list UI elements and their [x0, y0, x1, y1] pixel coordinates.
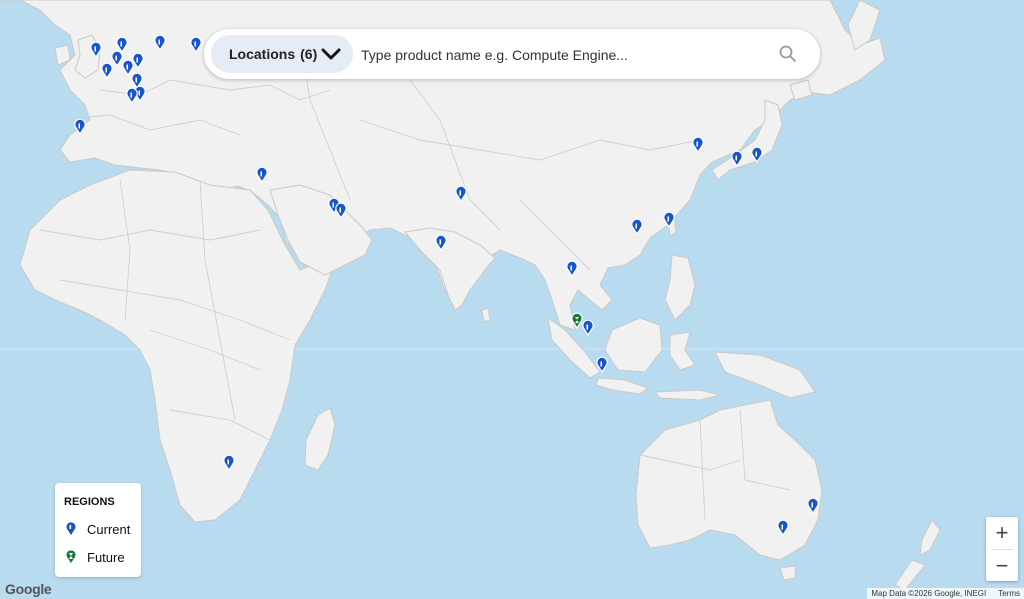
zoom-in-button[interactable]: + [986, 517, 1018, 548]
legend-label-future: Future [87, 549, 125, 565]
future-pin-icon [65, 549, 77, 565]
map-pin-icon[interactable] [692, 136, 704, 154]
locations-count: (6) [300, 46, 318, 62]
zoom-controls: + − [986, 517, 1018, 581]
map-pin-icon[interactable] [223, 454, 235, 472]
map-pin-icon[interactable] [455, 185, 467, 203]
world-map[interactable]: Locations (6) REGIONS Current Fu [0, 0, 1024, 599]
map-pin-icon[interactable] [631, 218, 643, 236]
map-pin-icon[interactable] [731, 150, 743, 168]
chevron-down-icon [321, 48, 341, 60]
zoom-out-button[interactable]: − [986, 550, 1018, 581]
map-pin-icon[interactable] [111, 50, 123, 68]
map-pin-icon[interactable] [777, 519, 789, 537]
map-pins-layer [74, 34, 819, 537]
map-pin-icon[interactable] [663, 211, 675, 229]
map-pin-icon[interactable] [335, 202, 347, 220]
map-pin-icon[interactable] [807, 497, 819, 515]
map-pin-icon[interactable] [435, 234, 447, 252]
map-pin-icon[interactable] [132, 52, 144, 70]
map-pin-icon[interactable] [90, 41, 102, 59]
map-pin-icon[interactable] [596, 356, 608, 374]
locations-dropdown[interactable]: Locations (6) [211, 35, 353, 73]
google-logo[interactable]: Google [5, 581, 52, 597]
current-pin-icon [65, 521, 77, 537]
map-pin-icon[interactable] [154, 34, 166, 52]
map-pin-icon[interactable] [256, 166, 268, 184]
legend-item-future: Future [65, 549, 125, 565]
map-pin-icon[interactable] [116, 36, 128, 54]
locations-label: Locations [229, 46, 296, 62]
legend-item-current: Current [65, 521, 130, 537]
terms-link[interactable]: Terms [998, 589, 1020, 598]
search-bar: Locations (6) [204, 29, 820, 79]
map-pin-icon[interactable] [751, 146, 763, 164]
map-pin-icon[interactable] [582, 319, 594, 337]
map-pin-icon[interactable] [122, 59, 134, 77]
search-icon[interactable] [778, 44, 798, 64]
map-pin-icon[interactable] [566, 260, 578, 278]
search-input[interactable] [359, 42, 763, 68]
map-pin-icon[interactable] [74, 118, 86, 136]
map-pin-icon[interactable] [126, 87, 138, 105]
legend-label-current: Current [87, 521, 131, 537]
map-pin-icon[interactable] [101, 62, 113, 80]
legend-title: REGIONS [64, 496, 115, 508]
map-pin-icon[interactable] [190, 36, 202, 54]
map-data-credit: Map Data ©2026 Google, INEGI [871, 589, 987, 598]
regions-legend: REGIONS Current Future [55, 483, 141, 577]
map-pin-icon[interactable] [571, 312, 583, 330]
map-attribution: Map Data ©2026 Google, INEGI Terms [867, 588, 1024, 599]
